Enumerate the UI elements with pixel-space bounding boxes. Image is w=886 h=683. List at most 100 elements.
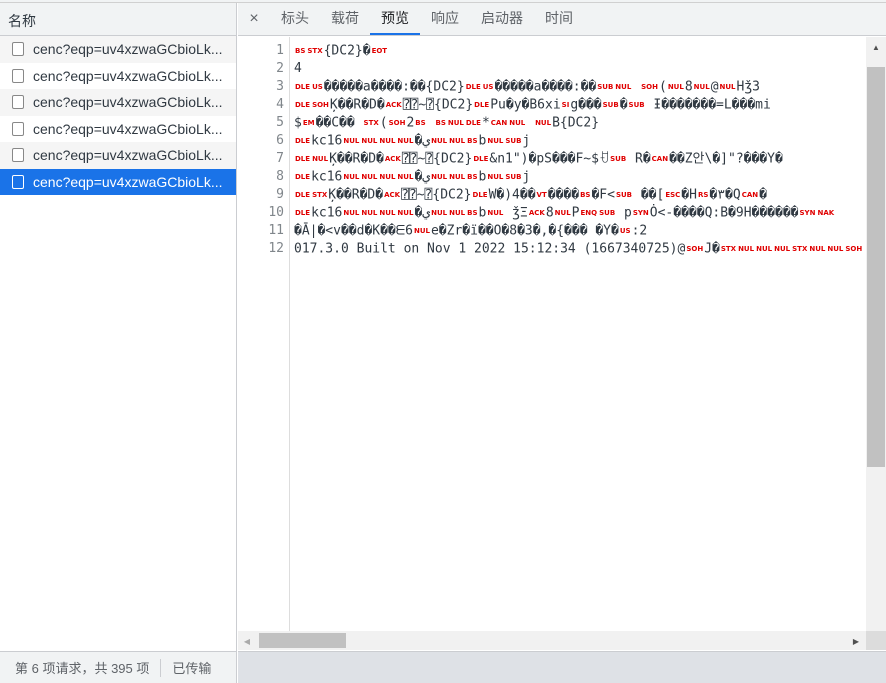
- control-char-badge: NUL: [431, 137, 448, 145]
- vertical-scrollbar[interactable]: ▲: [866, 37, 886, 631]
- control-char-badge: NUL: [379, 137, 396, 145]
- request-row[interactable]: cenc?eqp=uv4xzwaGCbioLk...: [0, 63, 236, 90]
- control-char-badge: NUL: [343, 137, 360, 145]
- code-text: b: [478, 133, 487, 149]
- code-text: 8: [545, 205, 554, 221]
- divider: [160, 658, 162, 677]
- checkbox-icon[interactable]: [12, 121, 24, 136]
- line-number: 8: [276, 169, 284, 184]
- control-char-badge: EOT: [371, 47, 388, 55]
- code-text: @: [710, 79, 719, 95]
- control-char-badge: NUL: [447, 119, 464, 127]
- code-text: Ķ��R�D�: [329, 151, 384, 167]
- request-row[interactable]: cenc?eqp=uv4xzwaGCbioLk...: [0, 116, 236, 143]
- code-text: 2: [406, 115, 415, 131]
- control-char-badge: US: [312, 83, 323, 91]
- scroll-right-arrow-icon[interactable]: ▶: [846, 633, 866, 649]
- horizontal-scrollbar[interactable]: ◀ ▶: [238, 631, 866, 650]
- request-row[interactable]: cenc?eqp=uv4xzwaGCbioLk...: [0, 142, 236, 169]
- checkbox-icon[interactable]: [12, 42, 24, 57]
- checkbox-icon[interactable]: [12, 148, 24, 163]
- control-char-badge: STX: [307, 47, 323, 55]
- control-char-badge: NUL: [379, 209, 396, 217]
- code-text: ����: [547, 187, 580, 203]
- request-row[interactable]: cenc?eqp=uv4xzwaGCbioLk...: [0, 89, 236, 116]
- code-text: ⍰⍰~⍰{DC2}: [401, 151, 473, 167]
- code-text: J�: [704, 241, 720, 257]
- control-char-badge: NUL: [693, 83, 710, 91]
- code-text: �H: [681, 187, 697, 203]
- checkbox-icon[interactable]: [12, 68, 24, 83]
- tab-4[interactable]: 启动器: [470, 3, 534, 35]
- code-text: B{DC2}: [552, 115, 600, 131]
- request-count: 第 6 项请求，共 395 项: [15, 661, 150, 676]
- tab-2[interactable]: 预览: [370, 3, 420, 35]
- control-char-badge: DLE: [465, 83, 481, 91]
- control-char-badge: BS: [580, 191, 591, 199]
- request-name: cenc?eqp=uv4xzwaGCbioLk...: [33, 120, 223, 137]
- control-char-badge: VT: [536, 191, 547, 199]
- control-char-badge: NUL: [343, 209, 360, 217]
- checkbox-icon[interactable]: [12, 95, 24, 110]
- control-char-badge: ENQ: [580, 209, 598, 217]
- control-char-badge: NUL: [535, 119, 552, 127]
- horizontal-scroll-thumb[interactable]: [259, 633, 346, 648]
- code-text: e�Zr�ï��O�8�3�,�{��� �Y�: [430, 223, 619, 239]
- code-text: $: [294, 115, 302, 131]
- control-char-badge: STX: [720, 245, 737, 253]
- code-text: &n1")�pS���F~$ꀀ: [489, 151, 610, 167]
- line-number: 7: [276, 151, 284, 166]
- code-text: 8: [684, 79, 693, 95]
- code-text: ǯΞ: [504, 205, 528, 221]
- code-text: �: [619, 97, 628, 113]
- control-char-badge: NUL: [449, 137, 466, 145]
- scroll-up-arrow-icon[interactable]: ▲: [866, 39, 886, 55]
- control-char-badge: NUL: [615, 83, 632, 91]
- control-char-badge: NUL: [738, 245, 755, 253]
- control-char-badge: SYN: [632, 209, 649, 217]
- control-char-badge: ACK: [384, 155, 401, 163]
- control-char-badge: BS: [415, 119, 426, 127]
- line-number: 11: [268, 223, 284, 238]
- control-char-badge: SOH: [686, 245, 704, 253]
- scroll-left-arrow-icon[interactable]: ◀: [238, 633, 256, 649]
- control-char-badge: SOH: [641, 83, 658, 91]
- request-row[interactable]: cenc?eqp=uv4xzwaGCbioLk...: [0, 168, 236, 195]
- vertical-scroll-thumb[interactable]: [867, 67, 885, 467]
- control-char-badge: NUL: [827, 245, 844, 253]
- request-name: cenc?eqp=uv4xzwaGCbioLk...: [33, 67, 223, 84]
- tab-0[interactable]: 标头: [270, 3, 320, 35]
- control-char-badge: NUL: [343, 173, 360, 181]
- control-char-badge: BS: [435, 119, 446, 127]
- control-char-badge: DLE: [474, 101, 490, 109]
- control-char-badge: NUL: [431, 209, 448, 217]
- code-text: (: [659, 79, 667, 95]
- request-row[interactable]: cenc?eqp=uv4xzwaGCbioLk...: [0, 36, 236, 63]
- code-text: �: [759, 187, 767, 203]
- detail-panel: × 标头 载荷 预览 响应 启动器 时间 1 2 3 4 5 6 7 8 9 10 11 12 BS STX{DC…: [238, 3, 886, 683]
- line-number: 3: [276, 79, 284, 94]
- control-char-badge: NUL: [756, 245, 773, 253]
- control-char-badge: CAN: [651, 155, 669, 163]
- code-text: Ɨ�������=L���mi: [645, 97, 771, 113]
- tab-3[interactable]: 响应: [420, 3, 470, 35]
- control-char-badge: NUL: [431, 173, 448, 181]
- checkbox-icon[interactable]: [12, 174, 24, 189]
- code-text: b: [478, 169, 487, 185]
- tab-1[interactable]: 载荷: [320, 3, 370, 35]
- control-char-badge: DLE: [295, 101, 311, 109]
- code-text: Pu�y�B6xi: [490, 97, 561, 113]
- control-char-badge: NUL: [487, 173, 504, 181]
- control-char-badge: NUL: [397, 173, 414, 181]
- name-column-header[interactable]: 名称: [0, 3, 236, 36]
- close-icon[interactable]: ×: [238, 3, 270, 35]
- request-name: cenc?eqp=uv4xzwaGCbioLk...: [33, 147, 223, 164]
- status-bar: 第 6 项请求，共 395 项 已传输: [0, 651, 237, 683]
- control-char-badge: US: [619, 227, 631, 235]
- code-text: ⍰⍰~⍰{DC2}: [401, 187, 472, 203]
- code-text: j: [522, 133, 531, 149]
- control-char-badge: NUL: [667, 83, 684, 91]
- preview-editor[interactable]: 1 2 3 4 5 6 7 8 9 10 11 12 BS STX{DC2}�EOT 4 DLE US����…: [238, 37, 866, 631]
- tab-5[interactable]: 时间: [534, 3, 584, 35]
